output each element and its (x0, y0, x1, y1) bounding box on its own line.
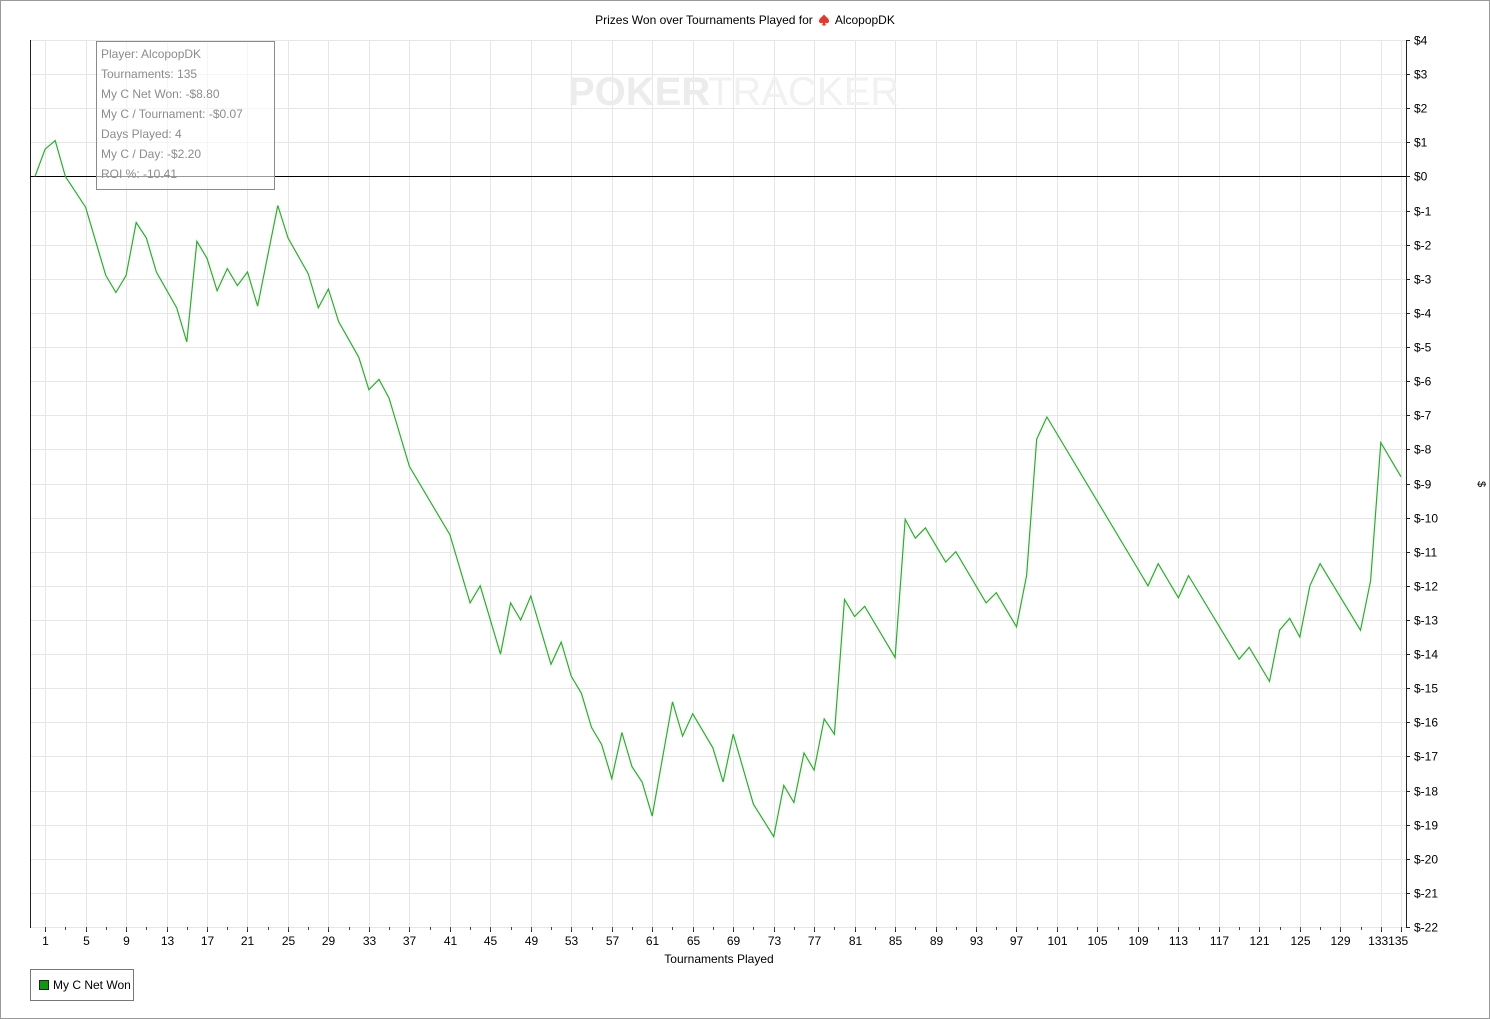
x-tick-label: 53 (565, 934, 579, 948)
stat-per-day: My C / Day: -$2.20 (101, 147, 202, 161)
y-tick-label: $-1 (1414, 205, 1432, 219)
x-tick-label: 33 (363, 934, 377, 948)
x-tick-label: 1 (42, 934, 49, 948)
y-axis-label: $ (1475, 481, 1487, 487)
y-tick-label: $-2 (1414, 239, 1432, 253)
x-tick-label: 109 (1128, 934, 1148, 948)
stat-player: Player: AlcopopDK (101, 47, 202, 61)
legend-swatch (39, 980, 49, 990)
x-tick-label: 25 (282, 934, 296, 948)
x-tick-label: 89 (930, 934, 944, 948)
x-tick-label: 101 (1047, 934, 1067, 948)
y-tick-label: $4 (1414, 34, 1428, 48)
x-tick-label: 37 (403, 934, 417, 948)
stat-tournaments: Tournaments: 135 (101, 67, 198, 81)
x-tick-label: 77 (808, 934, 822, 948)
legend-label: My C Net Won (53, 978, 131, 992)
y-tick-label: $-13 (1414, 614, 1438, 628)
y-tick-label: $-21 (1414, 887, 1438, 901)
y-tick-label: $-7 (1414, 409, 1432, 423)
y-tick-label: $-6 (1414, 375, 1432, 389)
x-tick-label: 49 (525, 934, 539, 948)
y-tick-label: $3 (1414, 68, 1428, 82)
y-tick-label: $-12 (1414, 580, 1438, 594)
x-tick-label: 1331 (1368, 934, 1395, 948)
x-tick-label: 73 (768, 934, 782, 948)
x-tick-label: 93 (970, 934, 984, 948)
x-tick-label: 5 (83, 934, 90, 948)
x-tick-label: 85 (889, 934, 903, 948)
y-tick-label: $-14 (1414, 648, 1438, 662)
legend: My C Net Won (30, 969, 134, 1001)
stat-roi: ROI %: -10.41 (101, 167, 178, 181)
x-tick-label: 81 (849, 934, 863, 948)
x-tick-label: 57 (606, 934, 620, 948)
x-tick-label: 125 (1290, 934, 1310, 948)
y-tick-label: $-5 (1414, 341, 1432, 355)
y-tick-label: $-9 (1414, 478, 1432, 492)
x-tick-label: 105 (1087, 934, 1107, 948)
y-tick-label: $-4 (1414, 307, 1432, 321)
y-tick-label: $2 (1414, 102, 1428, 116)
stat-net-won: My C Net Won: -$8.80 (101, 87, 220, 101)
x-axis-label: Tournaments Played (664, 952, 773, 966)
y-tick-label: $-8 (1414, 443, 1432, 457)
y-tick-label: $-16 (1414, 716, 1438, 730)
y-tick-label: $-15 (1414, 682, 1438, 696)
y-tick-label: $0 (1414, 170, 1428, 184)
y-tick-label: $-18 (1414, 785, 1438, 799)
watermark-poker: POKER (568, 70, 710, 114)
x-tick-label: 17 (201, 934, 215, 948)
x-tick-label: 117 (1210, 934, 1229, 948)
stat-days-played: Days Played: 4 (101, 127, 182, 141)
x-tick-label: 35 (1395, 934, 1409, 948)
y-axis-ticks: $4 $3 $2 $1 $0 $-1 $-2 $-3 $-4 $-5 $-6 $-7 $-8 $-9 $-1… (1406, 34, 1438, 935)
y-tick-label: $-22 (1414, 921, 1438, 935)
stat-per-tournament: My C / Tournament: -$0.07 (101, 107, 243, 121)
x-tick-label: 45 (484, 934, 498, 948)
x-axis-ticks: 1 5 9 13 17 21 25 29 33 37 41 45 49 53 57 61 65 69 73 77 81 8… (42, 927, 1408, 948)
x-tick-label: 129 (1330, 934, 1350, 948)
y-tick-label: $-11 (1414, 546, 1437, 560)
y-tick-label: $-19 (1414, 819, 1438, 833)
watermark-tracker: TRACKER (708, 70, 899, 114)
x-tick-label: 21 (241, 934, 255, 948)
y-tick-label: $-10 (1414, 512, 1438, 526)
x-tick-label: 97 (1010, 934, 1024, 948)
y-tick-label: $-17 (1414, 750, 1438, 764)
x-tick-label: 9 (123, 934, 130, 948)
x-tick-label: 65 (687, 934, 701, 948)
x-tick-label: 41 (444, 934, 458, 948)
x-tick-label: 61 (646, 934, 660, 948)
x-tick-label: 13 (161, 934, 175, 948)
x-tick-label: 69 (727, 934, 741, 948)
x-tick-label: 113 (1169, 934, 1188, 948)
x-tick-label: 29 (322, 934, 336, 948)
y-tick-label: $1 (1414, 136, 1428, 150)
stats-box: Player: AlcopopDK Tournaments: 135 My C … (96, 41, 275, 190)
x-tick-label: 121 (1249, 934, 1269, 948)
y-tick-label: $-3 (1414, 273, 1432, 287)
y-tick-label: $-20 (1414, 853, 1438, 867)
